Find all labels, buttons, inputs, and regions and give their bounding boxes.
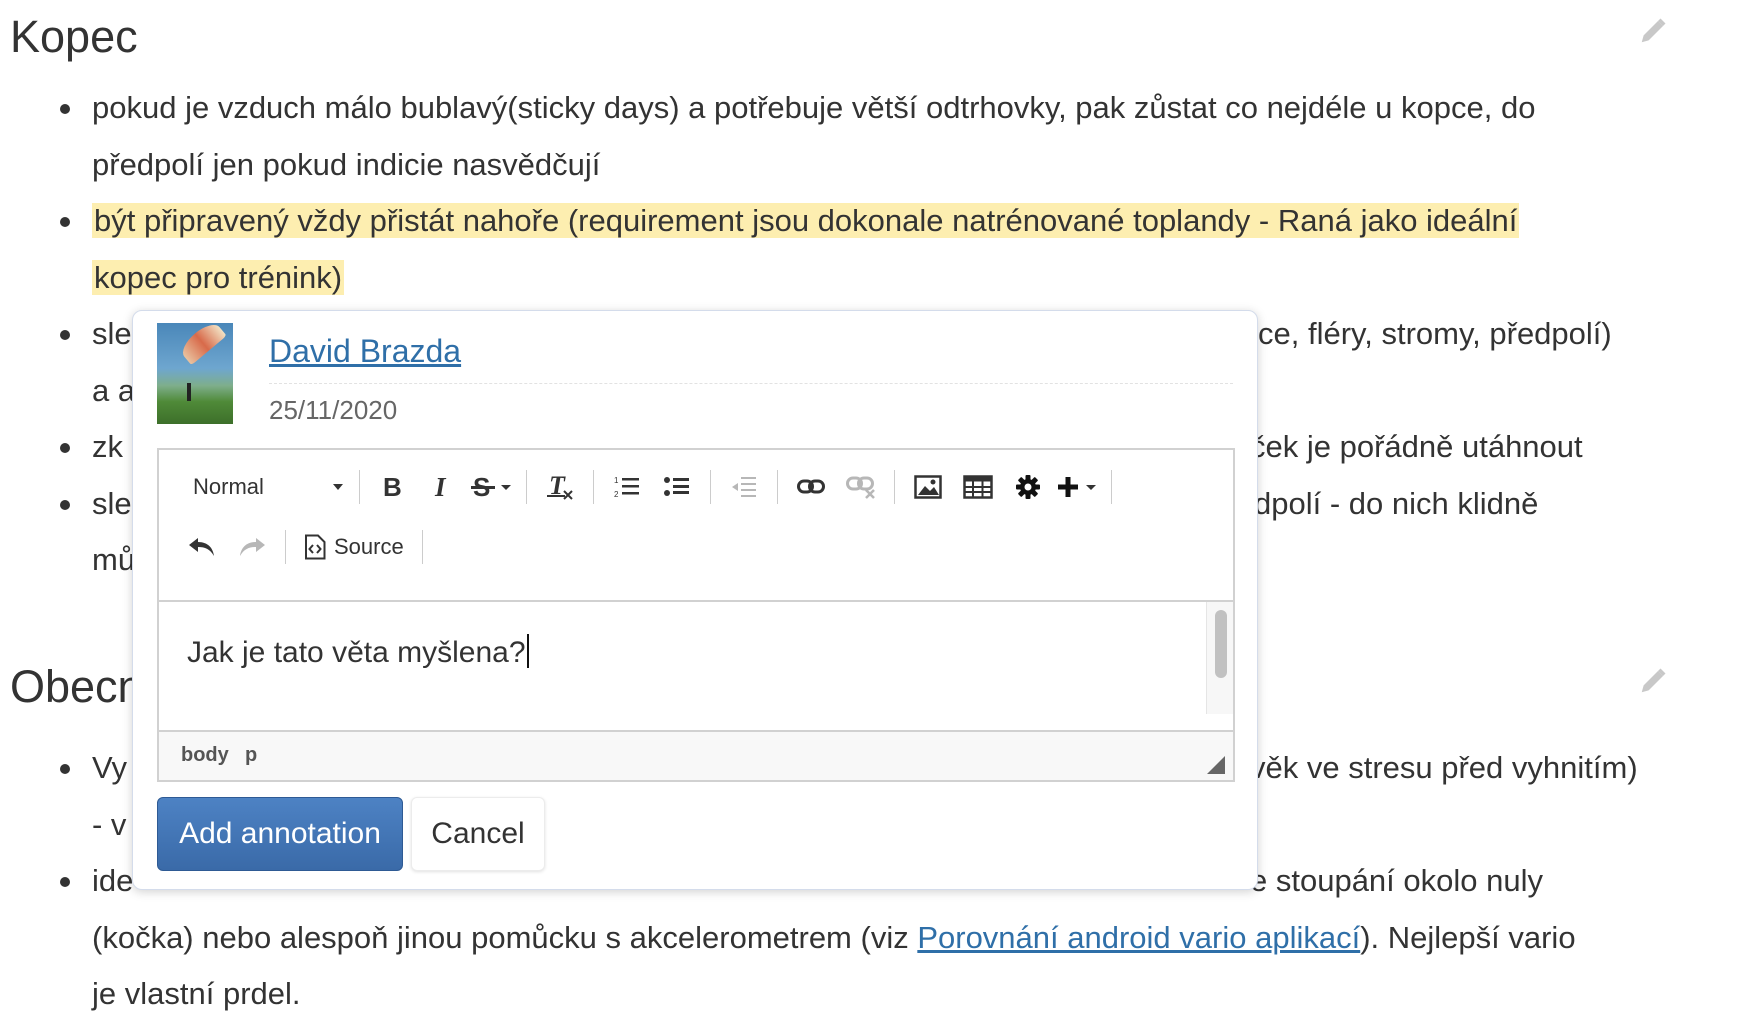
vario-apps-link[interactable]: Porovnání android vario aplikací <box>917 920 1360 955</box>
undo-icon <box>189 538 214 556</box>
toolbar-separator <box>526 470 527 504</box>
editor-text[interactable]: Jak je tato věta myšlena? <box>187 634 529 670</box>
pencil-icon[interactable] <box>1638 16 1668 46</box>
svg-text:I: I <box>434 474 447 500</box>
list-item: pokud je vzduch málo bublavý(sticky days… <box>60 80 1652 193</box>
link-icon <box>797 479 825 494</box>
table-button[interactable] <box>956 465 1000 509</box>
bold-icon: B <box>383 474 402 500</box>
highlighted-text[interactable]: kopec pro trénink) <box>92 259 345 295</box>
redo-icon <box>240 538 265 556</box>
strikethrough-icon: S <box>471 474 511 500</box>
italic-icon: I <box>434 474 447 500</box>
image-icon <box>914 475 942 499</box>
editor-content-area[interactable]: Jak je tato věta myšlena? <box>159 602 1233 714</box>
cancel-button[interactable]: Cancel <box>411 797 545 871</box>
source-button[interactable]: Source <box>294 534 414 560</box>
highlighted-text[interactable]: být připravený vždy přistát nahoře (requ… <box>92 203 1520 238</box>
remove-format-button[interactable]: T <box>538 465 582 509</box>
text-cursor <box>526 634 529 668</box>
toolbar-separator <box>710 470 711 504</box>
svg-text:B: B <box>383 474 402 500</box>
paraglider-wing <box>177 323 227 366</box>
section-title-obecne: Obecn <box>10 661 143 712</box>
toolbar-separator <box>421 530 423 564</box>
toolbar-separator <box>285 530 286 564</box>
bold-button[interactable]: B <box>371 465 415 509</box>
divider <box>269 383 1233 384</box>
outdent-button[interactable] <box>722 465 766 509</box>
outdent-icon <box>732 477 756 497</box>
redo-button[interactable] <box>230 525 274 569</box>
editor-toolbar: Normal B I S T 1 2 Source <box>159 450 1233 602</box>
editor-scrollbar[interactable] <box>1206 602 1233 714</box>
scrollbar-thumb[interactable] <box>1215 610 1227 678</box>
list-item-highlighted[interactable]: být připravený vždy přistát nahoře (requ… <box>60 193 1652 306</box>
remove-format-icon: T <box>547 473 573 500</box>
rich-text-editor: Normal B I S T 1 2 Source Jak je tato vě… <box>157 448 1235 782</box>
path-p[interactable]: p <box>245 744 257 767</box>
numbered-list-button[interactable]: 1 2 <box>605 465 649 509</box>
section-title-kopec: Kopec <box>10 11 138 62</box>
toolbar-separator <box>593 470 594 504</box>
image-button[interactable] <box>906 465 950 509</box>
unlink-icon <box>846 476 875 499</box>
link-button[interactable] <box>789 465 833 509</box>
settings-button[interactable] <box>1006 465 1050 509</box>
source-icon <box>305 534 326 560</box>
undo-button[interactable] <box>180 525 224 569</box>
pencil-icon[interactable] <box>1638 666 1668 696</box>
annotation-date: 25/11/2020 <box>269 395 398 425</box>
svg-text:2: 2 <box>614 490 619 499</box>
bulleted-list-icon <box>664 477 689 496</box>
toolbar-row: Normal B I S T 1 2 <box>177 462 1120 512</box>
add-annotation-button[interactable]: Add annotation <box>157 797 403 871</box>
insert-button[interactable] <box>1056 465 1100 509</box>
plus-icon <box>1058 477 1096 497</box>
element-path-bar: body p <box>159 730 1233 780</box>
format-dropdown[interactable]: Normal <box>177 465 351 509</box>
pilot-figure <box>187 383 191 401</box>
annotation-popup: David Brazda 25/11/2020 Normal B I S T 1… <box>132 310 1258 890</box>
avatar <box>157 323 233 424</box>
unlink-button[interactable] <box>839 465 883 509</box>
resize-handle-icon[interactable] <box>1207 756 1225 774</box>
bulleted-list-button[interactable] <box>655 465 699 509</box>
toolbar-separator <box>894 470 895 504</box>
toolbar-row: Source <box>177 522 431 572</box>
strikethrough-button[interactable]: S <box>471 465 515 509</box>
toolbar-separator <box>777 470 778 504</box>
page: Kopec pokud je vzduch málo bublavý(stick… <box>0 0 1744 1026</box>
toolbar-separator <box>359 470 360 504</box>
chevron-down-icon <box>333 484 343 490</box>
italic-button[interactable]: I <box>421 465 465 509</box>
path-body[interactable]: body <box>181 744 229 767</box>
gear-icon <box>1016 475 1040 499</box>
svg-text:1: 1 <box>614 476 619 485</box>
numbered-list-icon: 1 2 <box>614 476 639 499</box>
table-icon <box>963 475 993 499</box>
toolbar-separator <box>1111 470 1112 504</box>
author-link[interactable]: David Brazda <box>269 333 461 370</box>
